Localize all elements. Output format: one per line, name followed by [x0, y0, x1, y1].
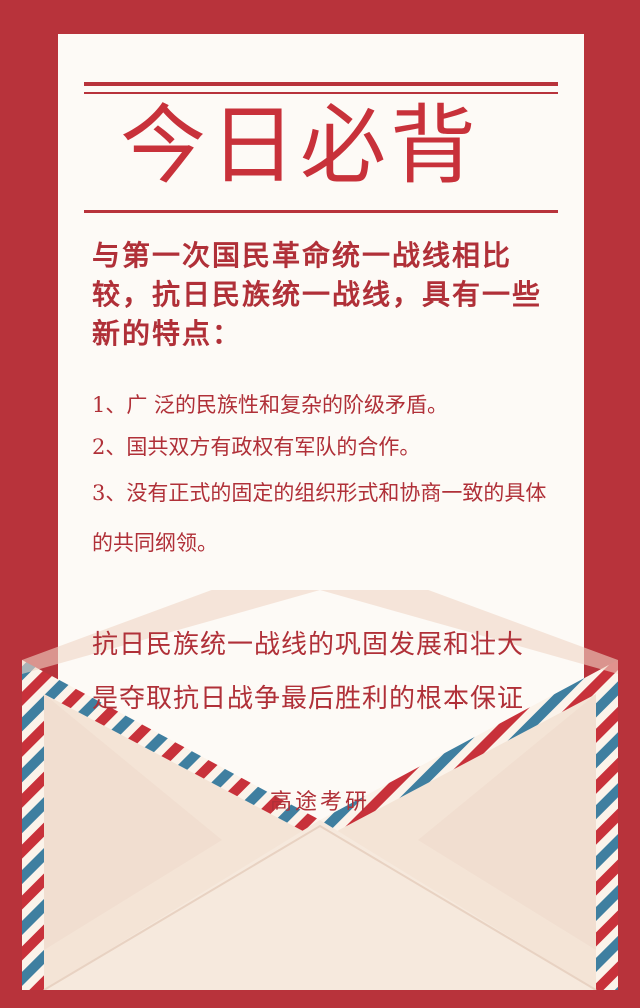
feature-item-2: 2、国共双方有政权有军队的合作。 [92, 435, 421, 459]
conclusion-line-2: 是夺取抗日战争最后胜利的根本保证 [92, 684, 525, 714]
conclusion-line-1: 抗日民族统一战线的巩固发展和壮大 [92, 630, 525, 660]
conclusion-text: 抗日民族统一战线的巩固发展和壮大 是夺取抗日战争最后胜利的根本保证 [92, 618, 572, 726]
intro-text: 与第一次国民革命统一战线相比较，抗日民族统一战线，具有一些新的特点： [92, 239, 543, 350]
brand-footer: 高途考研 [269, 790, 370, 815]
feature-item-1: 1、广 泛的民族性和复杂的阶级矛盾。 [92, 393, 449, 417]
feature-item-3: 3、没有正式的固定的组织形式和协商一致的具体的共同纲领。 [92, 481, 547, 555]
poster-title: 今日必背 [120, 96, 480, 196]
title-underline [84, 210, 558, 213]
top-rule-thick [84, 82, 558, 86]
features-list: 1、广 泛的民族性和复杂的阶级矛盾。 2、国共双方有政权有军队的合作。 3、没有… [92, 384, 562, 568]
top-rule-thin [84, 92, 558, 94]
